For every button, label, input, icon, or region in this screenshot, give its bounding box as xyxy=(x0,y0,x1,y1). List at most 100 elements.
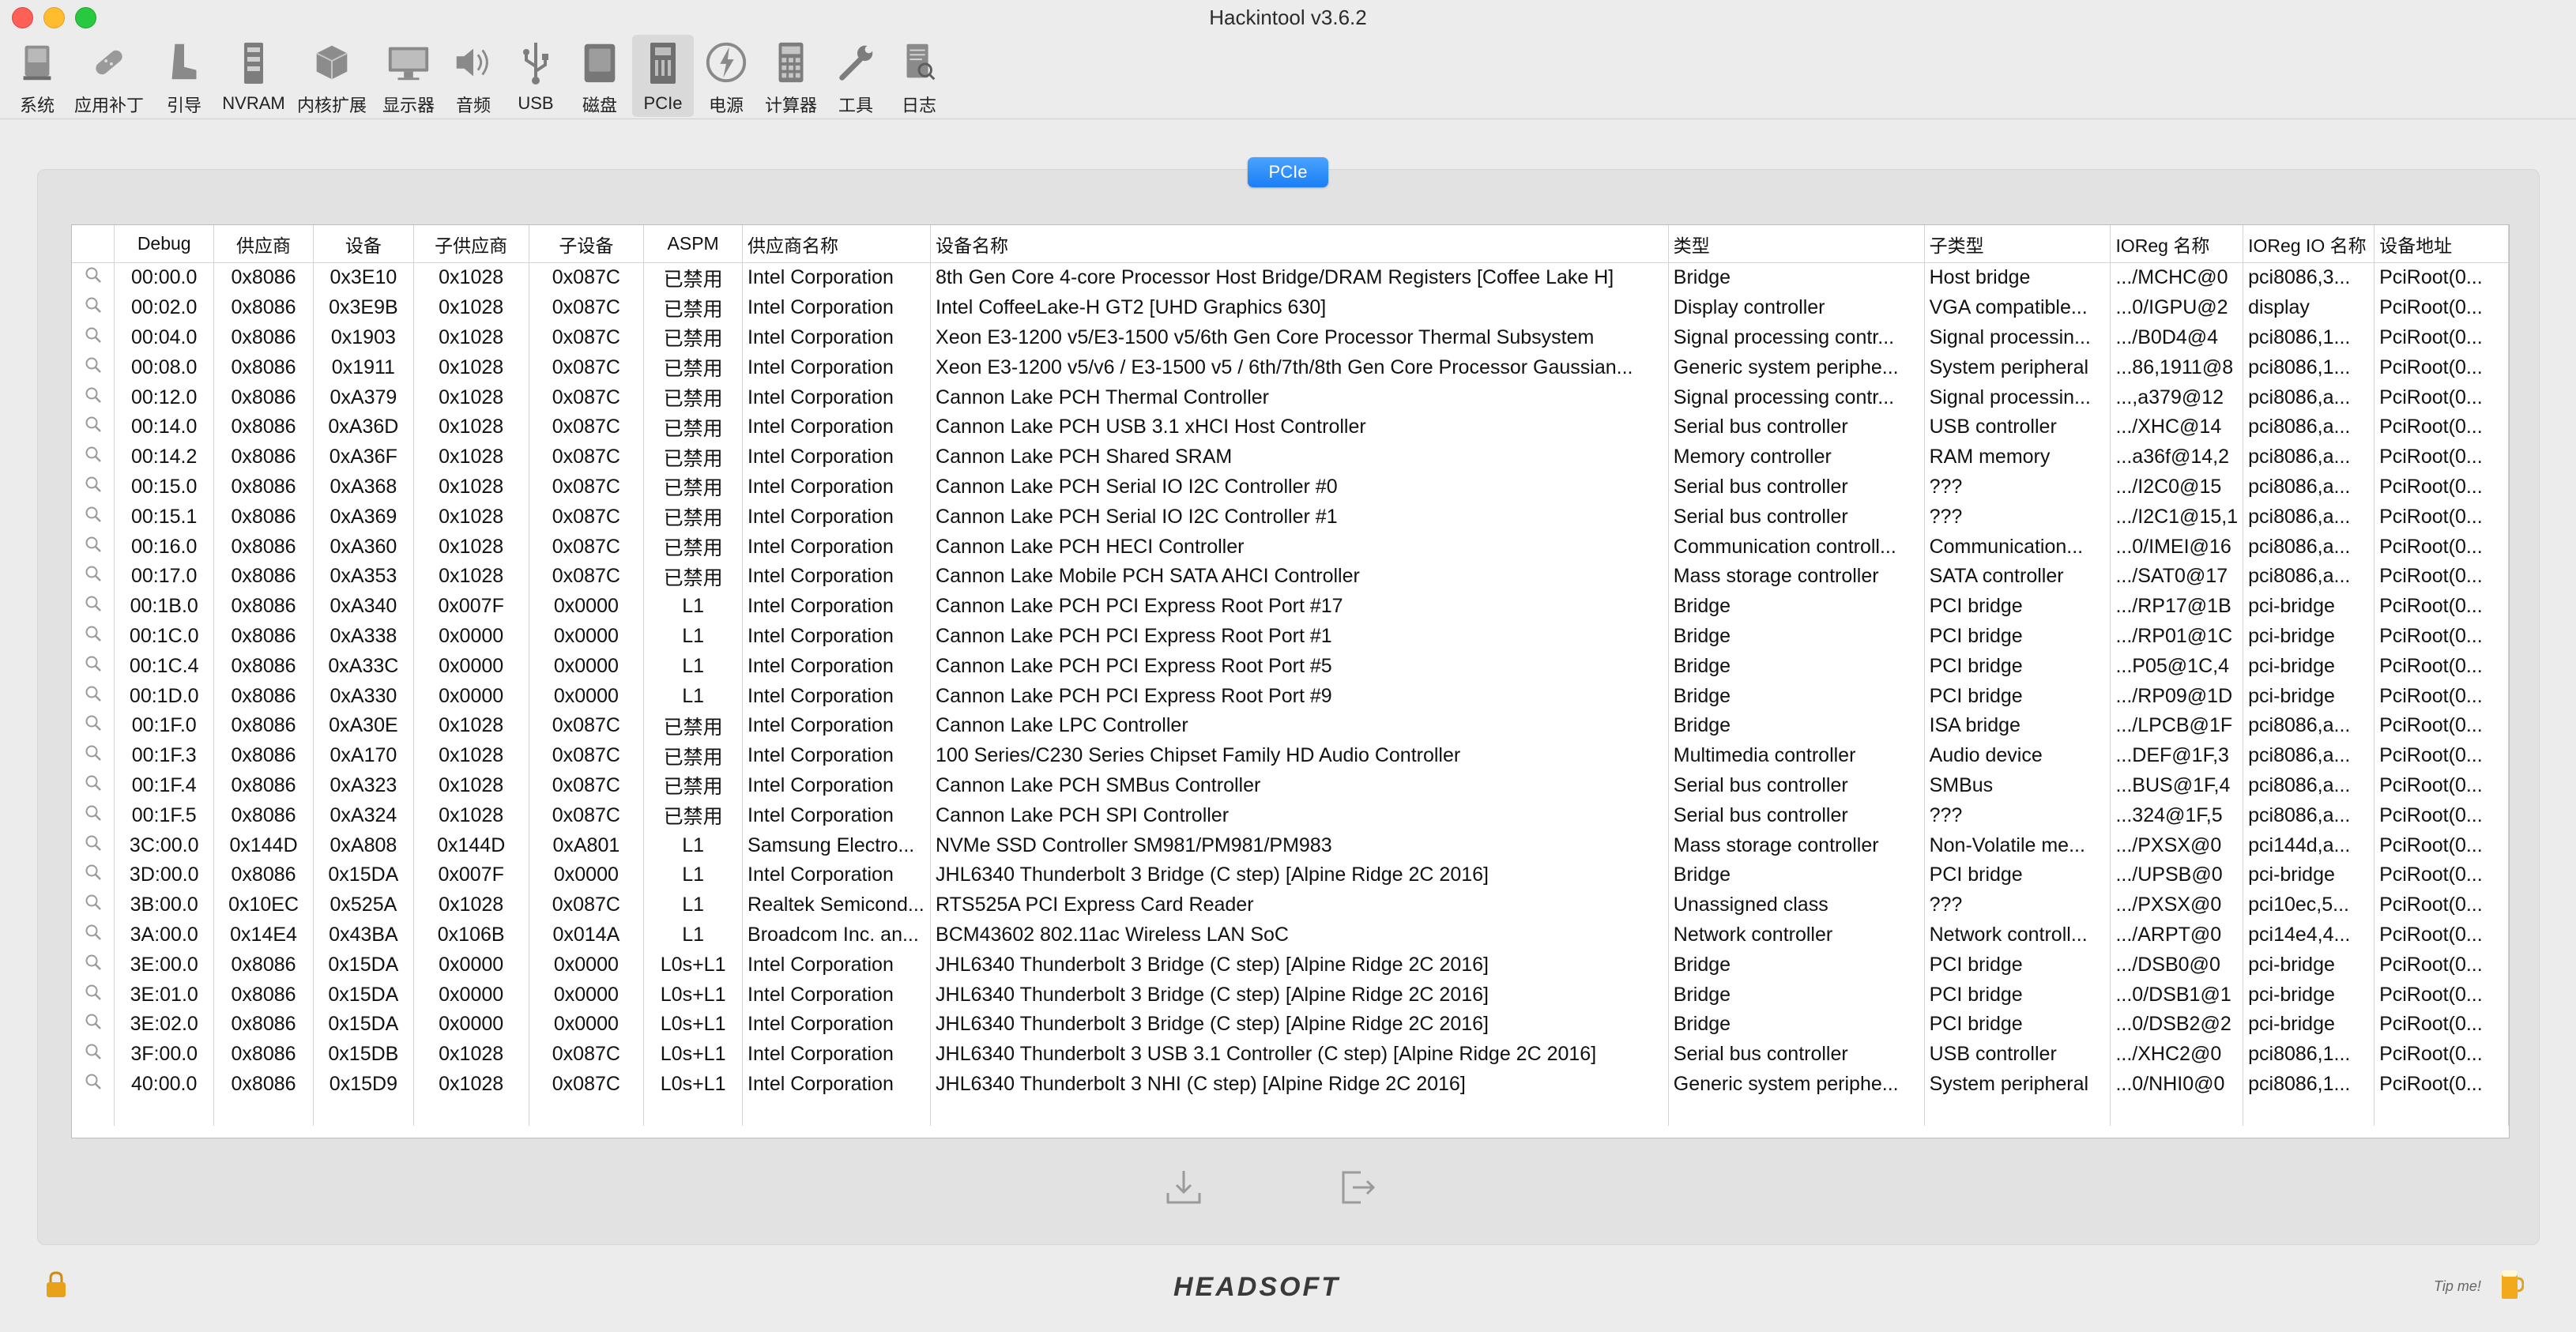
magnifier-icon[interactable] xyxy=(84,445,103,464)
row-search-cell[interactable] xyxy=(72,352,115,383)
row-search-cell[interactable] xyxy=(72,1009,115,1040)
magnifier-icon[interactable] xyxy=(84,773,103,792)
table-row[interactable]: 3F:00.0 0x8086 0x15DB 0x1028 0x087C L0s+L1 Int… xyxy=(72,1039,2509,1070)
table-row[interactable]: 3E:01.0 0x8086 0x15DA 0x0000 0x0000 L0s+L1 Int… xyxy=(72,980,2509,1010)
magnifier-icon[interactable] xyxy=(84,893,103,912)
table-row[interactable]: 00:14.0 0x8086 0xA36D 0x1028 0x087C 已禁用 Intel … xyxy=(72,412,2509,442)
toolbar-item-system[interactable]: 系统 xyxy=(8,35,66,117)
magnifier-icon[interactable] xyxy=(84,983,103,1002)
headsoft-logo[interactable]: HEADSOFT xyxy=(1173,1272,1340,1303)
row-search-cell[interactable] xyxy=(72,412,115,442)
table-row[interactable]: 00:08.0 0x8086 0x1911 0x1028 0x087C 已禁用 Intel … xyxy=(72,352,2509,383)
table-row[interactable]: 3D:00.0 0x8086 0x15DA 0x007F 0x0000 L1 Intel C… xyxy=(72,860,2509,890)
toolbar-item-audio[interactable]: 音频 xyxy=(444,35,503,117)
column-header-vendor-name[interactable]: 供应商名称 xyxy=(742,225,932,263)
row-search-cell[interactable] xyxy=(72,860,115,890)
magnifier-icon[interactable] xyxy=(84,564,103,583)
table-row[interactable]: 00:1F.3 0x8086 0xA170 0x1028 0x087C 已禁用 Intel … xyxy=(72,740,2509,771)
row-search-cell[interactable] xyxy=(72,472,115,502)
lock-icon[interactable] xyxy=(44,1270,68,1299)
row-search-cell[interactable] xyxy=(72,740,115,771)
magnifier-icon[interactable] xyxy=(84,833,103,852)
row-search-cell[interactable] xyxy=(72,442,115,472)
row-search-cell[interactable] xyxy=(72,591,115,622)
magnifier-icon[interactable] xyxy=(84,295,103,314)
magnifier-icon[interactable] xyxy=(84,415,103,434)
tip-me-label[interactable]: Tip me! xyxy=(2434,1278,2481,1295)
row-search-cell[interactable] xyxy=(72,770,115,801)
table-row[interactable]: 00:1F.0 0x8086 0xA30E 0x1028 0x087C 已禁用 Intel … xyxy=(72,710,2509,741)
row-search-cell[interactable] xyxy=(72,710,115,741)
magnifier-icon[interactable] xyxy=(84,356,103,374)
magnifier-icon[interactable] xyxy=(84,743,103,762)
table-row[interactable]: 00:1C.0 0x8086 0xA338 0x0000 0x0000 L1 Intel C… xyxy=(72,621,2509,652)
magnifier-icon[interactable] xyxy=(84,505,103,524)
table-row[interactable]: 00:00.0 0x8086 0x3E10 0x1028 0x087C 已禁用 Intel … xyxy=(72,262,2509,293)
toolbar-item-log[interactable]: 日志 xyxy=(890,35,948,117)
magnifier-icon[interactable] xyxy=(84,713,103,732)
pcie-segment-button[interactable]: PCIe xyxy=(1248,157,1328,187)
magnifier-icon[interactable] xyxy=(84,624,103,643)
table-row[interactable]: 00:1D.0 0x8086 0xA330 0x0000 0x0000 L1 Intel C… xyxy=(72,681,2509,711)
table-row[interactable]: 3E:00.0 0x8086 0x15DA 0x0000 0x0000 L0s+L1 Int… xyxy=(72,950,2509,980)
toolbar-item-kext[interactable]: 内核扩展 xyxy=(294,35,370,117)
column-header-aspm[interactable]: ASPM xyxy=(643,225,744,263)
toolbar-item-nvram[interactable]: NVRAM xyxy=(218,35,289,117)
column-header-vendor[interactable]: 供应商 xyxy=(213,225,314,263)
magnifier-icon[interactable] xyxy=(84,1042,103,1061)
toolbar-item-calculator[interactable]: 计算器 xyxy=(760,35,822,117)
toolbar-item-display[interactable]: 显示器 xyxy=(378,35,439,117)
magnifier-icon[interactable] xyxy=(84,535,103,554)
magnifier-icon[interactable] xyxy=(84,265,103,284)
row-search-cell[interactable] xyxy=(72,382,115,412)
table-row[interactable]: 00:15.1 0x8086 0xA369 0x1028 0x087C 已禁用 Intel … xyxy=(72,502,2509,532)
row-search-cell[interactable] xyxy=(72,1069,115,1100)
table-row[interactable]: 00:1C.4 0x8086 0xA33C 0x0000 0x0000 L1 Intel C… xyxy=(72,651,2509,682)
column-header-device-name[interactable]: 设备名称 xyxy=(930,225,1669,263)
table-row[interactable]: 00:16.0 0x8086 0xA360 0x1028 0x087C 已禁用 Intel … xyxy=(72,532,2509,562)
magnifier-icon[interactable] xyxy=(84,1072,103,1091)
column-header-debug[interactable]: Debug xyxy=(114,225,215,263)
magnifier-icon[interactable] xyxy=(84,1012,103,1031)
magnifier-icon[interactable] xyxy=(84,325,103,344)
toolbar-item-tools[interactable]: 工具 xyxy=(827,35,885,117)
toolbar-item-usb[interactable]: USB xyxy=(507,35,564,117)
row-search-cell[interactable] xyxy=(72,621,115,652)
table-row[interactable]: 00:17.0 0x8086 0xA353 0x1028 0x087C 已禁用 Intel … xyxy=(72,561,2509,592)
magnifier-icon[interactable] xyxy=(84,953,103,972)
column-header-subvendor[interactable]: 子供应商 xyxy=(413,225,529,263)
row-search-cell[interactable] xyxy=(72,950,115,980)
magnifier-icon[interactable] xyxy=(84,923,103,942)
magnifier-icon[interactable] xyxy=(84,594,103,613)
row-search-cell[interactable] xyxy=(72,532,115,562)
export-icon[interactable] xyxy=(1163,1166,1204,1207)
table-row[interactable]: 40:00.0 0x8086 0x15D9 0x1028 0x087C L0s+L1 Int… xyxy=(72,1069,2509,1100)
row-search-cell[interactable] xyxy=(72,830,115,860)
exit-icon[interactable] xyxy=(1337,1166,1378,1207)
row-search-cell[interactable] xyxy=(72,980,115,1010)
toolbar-item-disk[interactable]: 磁盘 xyxy=(571,35,629,117)
magnifier-icon[interactable] xyxy=(84,803,103,822)
row-search-cell[interactable] xyxy=(72,322,115,353)
row-search-cell[interactable] xyxy=(72,920,115,950)
magnifier-icon[interactable] xyxy=(84,475,103,494)
row-search-cell[interactable] xyxy=(72,292,115,323)
table-row[interactable]: 3A:00.0 0x14E4 0x43BA 0x106B 0x014A L1 Broadco… xyxy=(72,920,2509,950)
magnifier-icon[interactable] xyxy=(84,654,103,673)
table-row[interactable]: 00:15.0 0x8086 0xA368 0x1028 0x087C 已禁用 Intel … xyxy=(72,472,2509,502)
table-row[interactable]: 00:1B.0 0x8086 0xA340 0x007F 0x0000 L1 Intel C… xyxy=(72,591,2509,622)
row-search-cell[interactable] xyxy=(72,651,115,682)
toolbar-item-patch[interactable]: 应用补丁 xyxy=(71,35,147,117)
pcie-devices-table[interactable]: Debug 供应商 设备 子供应商 子设备 ASPM 供应商名称 设备名称 类型… xyxy=(71,224,2510,1138)
toolbar-item-pcie[interactable]: PCIe xyxy=(632,35,694,117)
column-header-device-path[interactable]: 设备地址 xyxy=(2374,225,2509,263)
table-row[interactable]: 3C:00.0 0x144D 0xA808 0x144D 0xA801 L1 Samsung… xyxy=(72,830,2509,860)
column-header-class[interactable]: 类型 xyxy=(1668,225,1925,263)
table-row[interactable]: 3E:02.0 0x8086 0x15DA 0x0000 0x0000 L0s+L1 Int… xyxy=(72,1009,2509,1040)
row-search-cell[interactable] xyxy=(72,561,115,592)
column-header-ioreg-name[interactable]: IOReg 名称 xyxy=(2110,225,2244,263)
row-search-cell[interactable] xyxy=(72,681,115,711)
table-row[interactable]: 00:04.0 0x8086 0x1903 0x1028 0x087C 已禁用 Intel … xyxy=(72,322,2509,353)
table-row[interactable]: 00:1F.4 0x8086 0xA323 0x1028 0x087C 已禁用 Intel … xyxy=(72,770,2509,801)
table-row[interactable]: 3B:00.0 0x10EC 0x525A 0x1028 0x087C L1 Realtek… xyxy=(72,890,2509,920)
